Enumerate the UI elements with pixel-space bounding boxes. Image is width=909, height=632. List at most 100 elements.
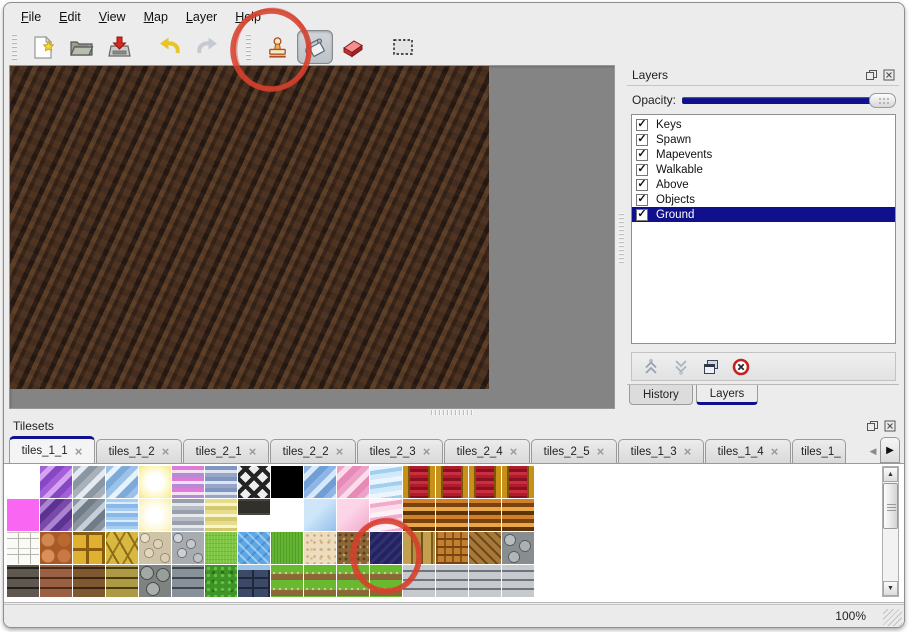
redo-button[interactable] (189, 30, 225, 64)
tile-stripes-orange[interactable] (436, 499, 468, 531)
tile-dirt-brown[interactable] (337, 532, 369, 564)
close-dock-button[interactable] (882, 69, 896, 82)
tile-glass-purple-dark[interactable] (40, 499, 72, 531)
scrollbar-thumb[interactable] (883, 483, 898, 529)
tileset-tab-tiles_2_1[interactable]: tiles_2_1× (183, 439, 269, 463)
tile-water-blue[interactable] (238, 532, 270, 564)
menu-layer[interactable]: Layer (177, 8, 226, 26)
opacity-slider[interactable] (682, 92, 896, 108)
tile-curtain-red[interactable] (436, 466, 468, 498)
new-file-button[interactable] (25, 30, 61, 64)
tile-brick-bluegray[interactable] (172, 565, 204, 597)
rect-select-tool-button[interactable] (385, 30, 421, 64)
tileset-tab-tiles_2_3[interactable]: tiles_2_3× (357, 439, 443, 463)
dock-tab-layers[interactable]: Layers (696, 385, 759, 405)
tile-glass-purple[interactable] (40, 466, 72, 498)
tile-waves-blue[interactable] (370, 466, 402, 498)
tile-brick-gray-light[interactable] (403, 565, 435, 597)
dock-tab-history[interactable]: History (629, 385, 693, 405)
close-tab-icon[interactable]: × (75, 445, 83, 458)
tile-grass-dirt-rows[interactable] (370, 565, 402, 597)
tile-stripes-orange[interactable] (469, 499, 501, 531)
tileset-tab-tiles_1_1[interactable]: tiles_1_1× (9, 436, 95, 463)
close-tab-icon[interactable]: × (771, 445, 779, 458)
tile-pebbles-beige[interactable] (139, 532, 171, 564)
tile-curtain-red[interactable] (502, 466, 534, 498)
tile-grass-dirt-rows[interactable] (304, 565, 336, 597)
tile-pebbles-gray[interactable] (172, 532, 204, 564)
tile-curtain-red[interactable] (403, 466, 435, 498)
tile-brick-gray-light[interactable] (502, 565, 534, 597)
close-tab-icon[interactable]: × (162, 445, 170, 458)
raise-layer-button[interactable] (641, 357, 661, 377)
opacity-slider-handle[interactable] (869, 93, 896, 108)
close-tab-icon[interactable]: × (684, 445, 692, 458)
scroll-tabs-right-button[interactable]: ▶ (880, 437, 900, 463)
window-resize-grip[interactable] (883, 609, 902, 626)
layer-row-spawn[interactable]: ✓Spawn (632, 132, 895, 147)
tile-cobble-gray[interactable] (139, 565, 171, 597)
close-tab-icon[interactable]: × (423, 445, 431, 458)
tile-stripes-yellow[interactable] (205, 499, 237, 531)
tile-curtain-red[interactable] (469, 466, 501, 498)
tile-grass-bright[interactable] (205, 532, 237, 564)
tile-magenta[interactable] (7, 499, 39, 531)
tile-path-stones-white[interactable] (7, 532, 39, 564)
tile-wall-stone-dark[interactable] (7, 565, 39, 597)
tile-cobble-orange[interactable] (40, 532, 72, 564)
float-window-button[interactable] (864, 69, 878, 82)
close-dock-button[interactable] (883, 420, 897, 433)
tileset-tab-tiles_1_4[interactable]: tiles_1_4× (705, 439, 791, 463)
map-canvas[interactable] (10, 66, 489, 389)
tile-planks-vertical[interactable] (403, 532, 435, 564)
tile-stripes-pink[interactable] (172, 466, 204, 498)
undo-button[interactable] (151, 30, 187, 64)
layer-row-objects[interactable]: ✓Objects (632, 192, 895, 207)
save-file-button[interactable] (101, 30, 137, 64)
close-tab-icon[interactable]: × (336, 445, 344, 458)
tile-brick-gray-light[interactable] (469, 565, 501, 597)
tile-navy-dark[interactable] (370, 532, 402, 564)
tile-glow-pale-yellow[interactable] (139, 499, 171, 531)
tile-plaque-dark[interactable] (238, 499, 270, 531)
tile-grass-dirt-rows[interactable] (337, 565, 369, 597)
menu-map[interactable]: Map (135, 8, 177, 26)
horizontal-splitter[interactable] (4, 409, 904, 416)
delete-layer-button[interactable] (731, 357, 751, 377)
layer-row-above[interactable]: ✓Above (632, 177, 895, 192)
tileset-tab-tiles_1[interactable]: tiles_1_ (792, 439, 846, 463)
toolbar-drag-handle[interactable] (12, 34, 17, 60)
tile-glass-blue[interactable] (106, 466, 138, 498)
tileset-tab-tiles_1_2[interactable]: tiles_1_2× (96, 439, 182, 463)
tile-brick-gray-light[interactable] (436, 565, 468, 597)
scroll-tabs-left-button[interactable]: ◀ (866, 439, 880, 463)
tile-brick-blue-dark[interactable] (238, 565, 270, 597)
tile-glass-gray-dark[interactable] (73, 499, 105, 531)
close-tab-icon[interactable]: × (597, 445, 605, 458)
splitter-grip[interactable] (619, 211, 624, 263)
layer-row-ground[interactable]: ✓Ground (632, 207, 895, 222)
tile-stripes-bluegray[interactable] (205, 466, 237, 498)
lower-layer-button[interactable] (671, 357, 691, 377)
tile-panel-blue[interactable] (304, 499, 336, 531)
toolbar-drag-handle[interactable] (246, 34, 251, 60)
layer-visibility-checkbox[interactable]: ✓ (636, 209, 648, 221)
layer-row-mapevents[interactable]: ✓Mapevents (632, 147, 895, 162)
tile-tiles-gold[interactable] (73, 532, 105, 564)
menu-file[interactable]: File (12, 8, 50, 26)
layer-row-walkable[interactable]: ✓Walkable (632, 162, 895, 177)
tile-herringbone[interactable] (469, 532, 501, 564)
tileset-tab-tiles_2_5[interactable]: tiles_2_5× (531, 439, 617, 463)
tile-lattice[interactable] (238, 466, 270, 498)
tile-hedge-green[interactable] (205, 565, 237, 597)
stamp-tool-button[interactable] (259, 30, 295, 64)
tile-brick-darkbrown[interactable] (73, 565, 105, 597)
tile-brick-olive[interactable] (106, 565, 138, 597)
tile-glow-white-yellow[interactable] (139, 466, 171, 498)
layer-visibility-checkbox[interactable]: ✓ (636, 119, 648, 131)
tile-flagstone-yellow[interactable] (106, 532, 138, 564)
layer-row-keys[interactable]: ✓Keys (632, 117, 895, 132)
tile-water-streaks[interactable] (106, 499, 138, 531)
fill-tool-button[interactable] (297, 30, 333, 64)
tile-grass-green[interactable] (271, 532, 303, 564)
